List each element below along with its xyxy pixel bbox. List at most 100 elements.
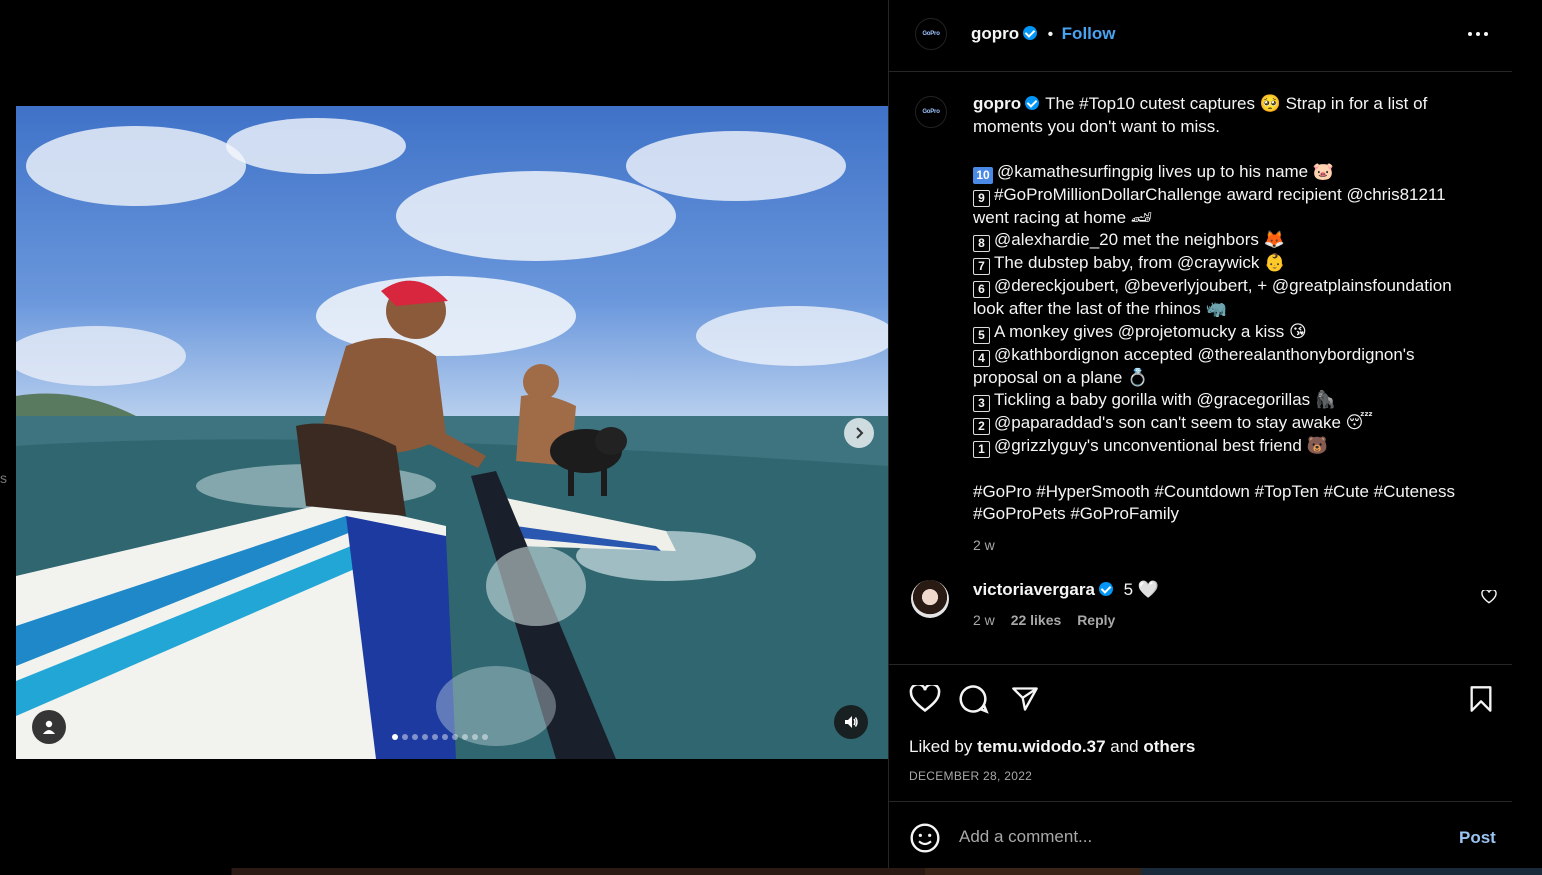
caption-text: The dubstep baby, from @craywick 👶 bbox=[994, 253, 1286, 272]
carousel-dot bbox=[392, 734, 398, 740]
author-avatar[interactable]: GoPro bbox=[915, 18, 947, 50]
caption-author-avatar[interactable]: GoPro bbox=[915, 96, 947, 128]
emoji-icon[interactable] bbox=[909, 822, 941, 854]
rank-number-badge: 3 bbox=[973, 395, 990, 412]
caption-time: 2 w bbox=[973, 536, 995, 553]
rank-number-badge: 5 bbox=[973, 326, 990, 344]
comment-icon[interactable] bbox=[959, 684, 989, 714]
carousel-dot bbox=[402, 734, 408, 740]
post-date: DECEMBER 28, 2022 bbox=[909, 769, 1033, 783]
gopro-logo: GoPro bbox=[922, 31, 940, 37]
caption-text: proposal on a plane 💍 bbox=[973, 367, 1149, 387]
verified-badge-icon bbox=[1025, 96, 1040, 110]
reply-button[interactable]: Reply bbox=[1077, 612, 1115, 628]
carousel-dot bbox=[452, 734, 458, 740]
next-post-preview-strip bbox=[0, 868, 1542, 875]
author-username[interactable]: gopro bbox=[971, 24, 1019, 43]
gopro-logo: GoPro bbox=[922, 109, 940, 115]
like-icon[interactable] bbox=[909, 685, 941, 713]
caption-line: 6 @dereckjoubert, @beverlyjoubert, + @gre… bbox=[973, 275, 1493, 298]
post-actions: Liked by temu.widodo.37 and others DECEM… bbox=[889, 664, 1513, 802]
caption-text: #GoPro #HyperSmooth #Countdown #TopTen #… bbox=[973, 481, 1455, 501]
caption-line: #GoProPets #GoProFamily bbox=[973, 503, 1493, 526]
caption-line: 7 The dubstep baby, from @craywick 👶 bbox=[973, 252, 1493, 275]
rank-number-badge: 7 bbox=[973, 258, 990, 275]
save-bookmark-icon[interactable] bbox=[1469, 685, 1493, 713]
post-details-panel: GoPro gopro • Follow GoPro gopro The #Top… bbox=[888, 0, 1513, 875]
caption-text: A monkey gives @projetomucky a kiss 😘 bbox=[994, 321, 1307, 341]
caption-line: 2 @paparaddad's son can't seem to stay aw… bbox=[973, 412, 1493, 435]
rank-number-badge: 1 bbox=[973, 441, 990, 458]
liked-by-and: and bbox=[1110, 737, 1139, 756]
carousel-dot bbox=[482, 734, 488, 740]
caption-line: 9 #GoProMillionDollarChallenge award reci… bbox=[973, 184, 1493, 207]
verified-badge-icon bbox=[1023, 26, 1038, 40]
speaker-icon bbox=[845, 716, 858, 728]
rank-number-badge: 2 bbox=[973, 418, 990, 435]
carousel-indicator bbox=[392, 734, 488, 740]
caption-text: @kathbordignon accepted @therealanthonyb… bbox=[994, 344, 1415, 364]
audio-toggle-button[interactable] bbox=[834, 705, 868, 739]
caption-author-username[interactable]: gopro bbox=[973, 94, 1021, 113]
caption-text: look after the last of the rhinos 🦏 bbox=[973, 299, 1227, 318]
comment-likes[interactable]: 22 likes bbox=[1011, 612, 1062, 628]
caption-text: @dereckjoubert, @beverlyjoubert, + @grea… bbox=[994, 276, 1452, 295]
add-comment-input[interactable] bbox=[959, 822, 1419, 852]
caption-text: #GoProPets #GoProFamily bbox=[973, 504, 1179, 523]
caption-line: 1 @grizzlyguy's unconventional best frien… bbox=[973, 435, 1493, 458]
commenter-avatar[interactable] bbox=[911, 580, 949, 618]
caption-line: 5A monkey gives @projetomucky a kiss 😘 bbox=[973, 321, 1493, 344]
offscreen-text-fragment: s bbox=[0, 470, 7, 486]
comment-item: victoriavergara 5 🤍 2 w 22 likes Reply bbox=[909, 578, 1499, 638]
caption-text: Tickling a baby gorilla with @gracegoril… bbox=[994, 390, 1337, 409]
rank-number-badge: 9 bbox=[973, 189, 990, 207]
caption-text: @paparaddad's son can't seem to stay awa… bbox=[994, 413, 1373, 432]
post-comment-button[interactable]: Post bbox=[1459, 828, 1496, 848]
comment-time: 2 w bbox=[973, 612, 995, 628]
rank-number-badge: 6 bbox=[973, 281, 990, 298]
caption-line: 3 Tickling a baby gorilla with @gracegori… bbox=[973, 389, 1493, 412]
comment-text: 5 🤍 bbox=[1123, 580, 1159, 599]
caption-line bbox=[973, 458, 1493, 481]
caption-line: 8 @alexhardie_20 met the neighbors 🦊 bbox=[973, 229, 1493, 252]
more-options-icon[interactable] bbox=[1467, 26, 1489, 46]
caption-text: @grizzlyguy's unconventional best friend… bbox=[994, 436, 1328, 455]
carousel-dot bbox=[422, 734, 428, 740]
caption-line bbox=[973, 138, 1493, 161]
carousel-dot bbox=[472, 734, 478, 740]
caption-line: proposal on a plane 💍 bbox=[973, 367, 1493, 390]
caption-text: The #Top10 cutest captures 🥺 Strap in fo… bbox=[1045, 94, 1428, 113]
caption-line: #GoPro #HyperSmooth #Countdown #TopTen #… bbox=[973, 481, 1493, 504]
verified-badge-icon bbox=[1098, 582, 1113, 596]
share-icon[interactable] bbox=[1011, 685, 1039, 713]
caption-line: look after the last of the rhinos 🦏 bbox=[973, 298, 1493, 321]
caption-text: @alexhardie_20 met the neighbors 🦊 bbox=[994, 230, 1285, 249]
liked-by-others[interactable]: others bbox=[1143, 737, 1195, 756]
caption-text: #GoProMillionDollarChallenge award recip… bbox=[994, 184, 1446, 204]
liked-by-summary: Liked by temu.widodo.37 and others bbox=[909, 737, 1195, 757]
liked-by-user[interactable]: temu.widodo.37 bbox=[977, 737, 1105, 756]
post-caption: gopro The #Top10 cutest captures 🥺 Strap … bbox=[973, 93, 1493, 556]
tagged-users-button[interactable] bbox=[32, 710, 66, 744]
commenter-username[interactable]: victoriavergara bbox=[973, 580, 1095, 599]
caption-line: 4 @kathbordignon accepted @therealanthony… bbox=[973, 344, 1493, 367]
carousel-dot bbox=[442, 734, 448, 740]
rank-number-badge: 4 bbox=[973, 349, 990, 367]
next-slide-button[interactable] bbox=[844, 418, 874, 448]
caption-line: went racing at home 🏎 bbox=[973, 207, 1493, 230]
follow-button[interactable]: Follow bbox=[1062, 24, 1116, 43]
caption-text: went racing at home 🏎 bbox=[973, 207, 1153, 227]
surfing-photo bbox=[16, 118, 888, 759]
carousel-dot bbox=[412, 734, 418, 740]
caption-line: 10 @kamathesurfingpig lives up to his nam… bbox=[973, 161, 1493, 184]
carousel-dot bbox=[462, 734, 468, 740]
user-icon bbox=[43, 720, 55, 734]
rank-number-badge: 8 bbox=[973, 235, 990, 252]
rank-number-badge: 10 bbox=[973, 166, 993, 184]
comment-like-icon[interactable] bbox=[1481, 590, 1497, 604]
post-media[interactable] bbox=[16, 106, 888, 759]
chevron-right-icon bbox=[856, 427, 864, 439]
separator-dot: • bbox=[1047, 26, 1054, 43]
post-header: GoPro gopro • Follow bbox=[889, 0, 1513, 72]
caption-text: @kamathesurfingpig lives up to his name … bbox=[997, 161, 1335, 181]
